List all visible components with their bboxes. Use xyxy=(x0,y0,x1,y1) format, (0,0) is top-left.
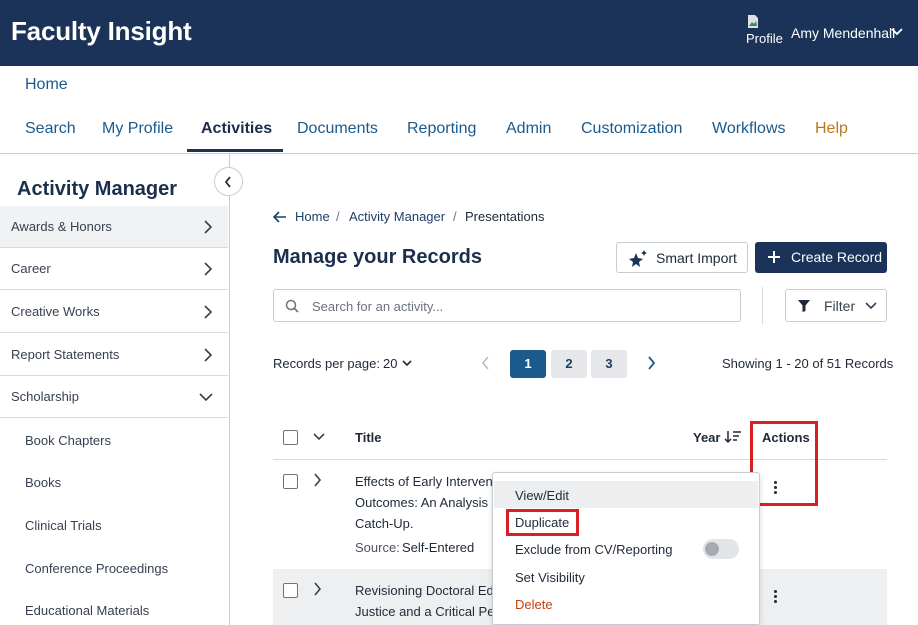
select-all-checkbox[interactable] xyxy=(283,430,298,445)
sidebar-subitem-clinical-trials[interactable]: Clinical Trials xyxy=(25,518,102,533)
chevron-down-icon[interactable] xyxy=(312,432,326,442)
toggle-knob xyxy=(705,542,719,556)
create-record-label: Create Record xyxy=(791,249,883,265)
tab-reporting[interactable]: Reporting xyxy=(407,120,476,138)
sidebar-item-awards-honors[interactable]: Awards & Honors xyxy=(0,206,228,248)
menu-item-delete[interactable]: Delete xyxy=(515,597,553,612)
sidebar-subitem-educational-materials[interactable]: Educational Materials xyxy=(25,603,149,618)
collapse-sidebar-button[interactable] xyxy=(214,167,243,196)
user-menu-name[interactable]: Amy Mendenhall xyxy=(791,25,895,41)
breadcrumb-home[interactable]: Home xyxy=(295,209,330,224)
broken-image-icon xyxy=(748,15,758,28)
profile-image[interactable]: Profile xyxy=(746,14,786,50)
breadcrumb-separator: / xyxy=(453,209,457,224)
column-header-title[interactable]: Title xyxy=(355,430,382,445)
page-button-2[interactable]: 2 xyxy=(551,350,587,378)
page-title: Manage your Records xyxy=(273,246,482,268)
tab-activities[interactable]: Activities xyxy=(201,120,272,138)
smart-import-label: Smart Import xyxy=(656,250,737,266)
sidebar-item-label: Career xyxy=(11,261,51,276)
sidebar-item-label: Awards & Honors xyxy=(11,219,112,234)
actions-highlight-box xyxy=(750,421,818,506)
records-count: Showing 1 - 20 of 51 Records xyxy=(722,356,894,371)
filter-icon xyxy=(798,300,810,312)
tab-my-profile[interactable]: My Profile xyxy=(102,120,173,138)
breadcrumb-activity-manager[interactable]: Activity Manager xyxy=(349,209,445,224)
breadcrumb-current: Presentations xyxy=(465,209,545,224)
filter-label: Filter xyxy=(824,298,856,314)
chevron-right-icon xyxy=(204,220,213,234)
sidebar-subitem-book-chapters[interactable]: Book Chapters xyxy=(25,433,111,448)
sidebar-item-report-statements[interactable]: Report Statements xyxy=(0,334,228,376)
row-source-label: Source: xyxy=(355,540,400,555)
chevron-left-icon xyxy=(224,176,231,188)
home-link[interactable]: Home xyxy=(25,76,68,94)
plus-icon xyxy=(768,251,780,263)
sidebar-item-career[interactable]: Career xyxy=(0,248,228,290)
search-input[interactable] xyxy=(312,296,712,316)
records-per-page-label: Records per page: xyxy=(273,356,380,371)
smart-import-button[interactable]: Smart Import xyxy=(616,242,748,273)
records-per-page-select[interactable]: 20 xyxy=(383,356,397,371)
menu-item-exclude[interactable]: Exclude from CV/Reporting xyxy=(515,542,673,557)
profile-alt-text: Profile xyxy=(746,31,783,46)
tab-workflows[interactable]: Workflows xyxy=(712,120,786,138)
sidebar-item-label: Report Statements xyxy=(11,347,120,362)
chevron-right-icon[interactable] xyxy=(312,582,322,596)
filter-button[interactable]: Filter xyxy=(785,289,887,322)
sidebar-item-creative-works[interactable]: Creative Works xyxy=(0,291,228,333)
sidebar: Activity Manager Awards & Honors Career … xyxy=(0,154,230,625)
column-header-year[interactable]: Year xyxy=(693,430,720,445)
search-box xyxy=(273,289,741,322)
main-nav-tabs: Search My Profile Activities Documents R… xyxy=(0,108,918,154)
divider xyxy=(762,287,763,324)
sidebar-subitem-conference-proceedings[interactable]: Conference Proceedings xyxy=(25,561,168,576)
chevron-right-icon[interactable] xyxy=(646,356,656,370)
tab-admin[interactable]: Admin xyxy=(506,120,551,138)
top-header: Faculty Insight Profile Amy Mendenhall xyxy=(0,0,918,66)
exclude-toggle[interactable] xyxy=(703,539,739,559)
sort-descending-icon[interactable] xyxy=(724,430,742,444)
tab-documents[interactable]: Documents xyxy=(297,120,378,138)
breadcrumb-separator: / xyxy=(336,209,340,224)
chevron-down-icon[interactable] xyxy=(402,360,412,367)
page-button-3[interactable]: 3 xyxy=(591,350,627,378)
sidebar-title: Activity Manager xyxy=(17,178,178,200)
row-title-line[interactable]: Revisioning Doctoral Ed xyxy=(355,583,494,598)
row-checkbox[interactable] xyxy=(283,474,298,489)
row-checkbox[interactable] xyxy=(283,583,298,598)
tab-customization[interactable]: Customization xyxy=(581,120,682,138)
duplicate-highlight-box xyxy=(506,509,579,536)
chevron-left-icon[interactable] xyxy=(481,356,491,370)
chevron-down-icon[interactable] xyxy=(890,27,904,37)
sidebar-item-label: Creative Works xyxy=(11,304,100,319)
row-title-line[interactable]: Catch-Up. xyxy=(355,516,414,531)
sidebar-item-label: Scholarship xyxy=(11,389,79,404)
chevron-down-icon xyxy=(199,393,213,402)
chevron-right-icon[interactable] xyxy=(312,473,322,487)
sparkle-star-icon xyxy=(629,250,647,267)
row-actions-menu: View/Edit Duplicate Exclude from CV/Repo… xyxy=(492,472,760,625)
chevron-right-icon xyxy=(204,348,213,362)
menu-item-set-visibility[interactable]: Set Visibility xyxy=(515,570,585,585)
row-title-line[interactable]: Effects of Early Interven xyxy=(355,474,493,489)
tab-search[interactable]: Search xyxy=(25,120,76,138)
row-title-line[interactable]: Justice and a Critical Pe xyxy=(355,604,494,619)
chevron-right-icon xyxy=(204,305,213,319)
search-icon xyxy=(285,299,299,313)
sidebar-item-scholarship[interactable]: Scholarship xyxy=(0,376,228,418)
sidebar-subitem-books[interactable]: Books xyxy=(25,475,61,490)
arrow-left-icon[interactable] xyxy=(273,211,287,223)
app-title[interactable]: Faculty Insight xyxy=(11,16,192,47)
row-title-line[interactable]: Outcomes: An Analysis o xyxy=(355,495,499,510)
page-button-1[interactable]: 1 xyxy=(510,350,546,378)
row-source-value: Self-Entered xyxy=(402,540,475,555)
row-actions-kebab-icon[interactable] xyxy=(774,590,778,604)
chevron-down-icon xyxy=(865,302,877,310)
menu-item-view-edit[interactable]: View/Edit xyxy=(515,488,569,503)
chevron-right-icon xyxy=(204,262,213,276)
create-record-button[interactable]: Create Record xyxy=(755,242,887,273)
active-tab-indicator xyxy=(187,149,283,152)
tab-help[interactable]: Help xyxy=(815,120,848,138)
